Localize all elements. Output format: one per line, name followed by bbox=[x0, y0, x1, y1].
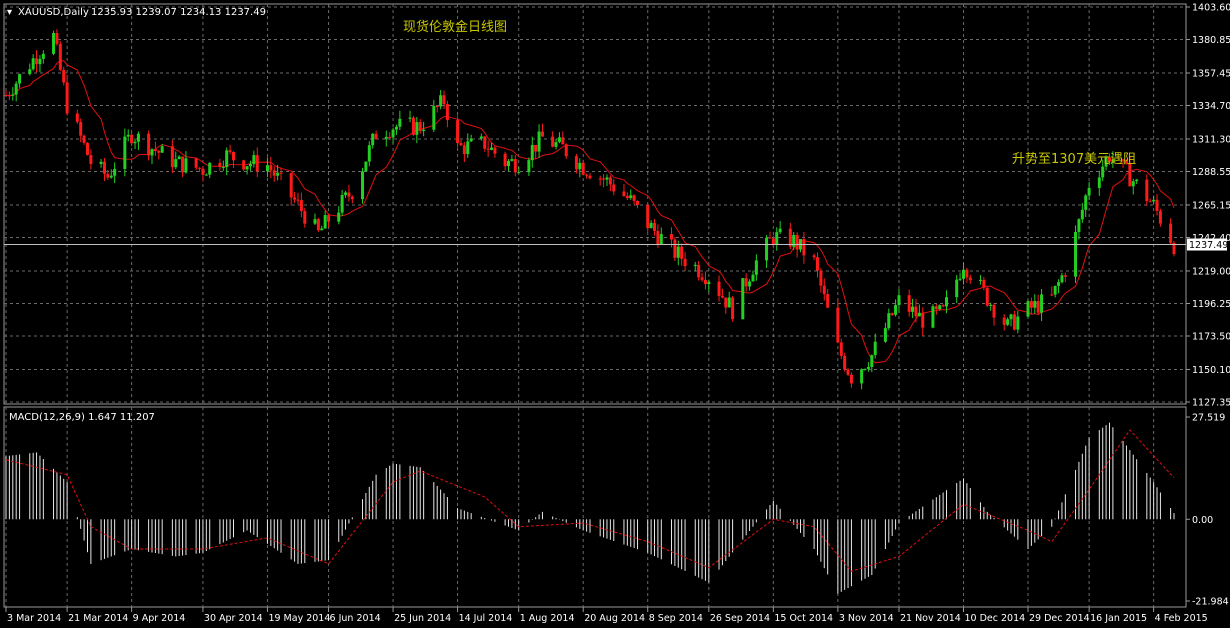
date-tick-label: 26 Sep 2014 bbox=[710, 613, 770, 624]
candle bbox=[52, 30, 56, 56]
price-tick-label: 1196.25 bbox=[1192, 299, 1230, 310]
price-tick-label: 1173.50 bbox=[1192, 332, 1230, 343]
date-tick-label: 25 Jun 2014 bbox=[394, 613, 451, 624]
price-tick-label: 1150.10 bbox=[1192, 365, 1230, 376]
price-tick-label: 1334.70 bbox=[1192, 101, 1230, 112]
price-tick-label: 1403.60 bbox=[1192, 3, 1230, 14]
date-tick-label: 9 Apr 2014 bbox=[133, 613, 186, 624]
price-tick-label: 1311.30 bbox=[1192, 134, 1230, 145]
date-tick-label: 20 Aug 2014 bbox=[584, 613, 645, 624]
macd-tick-label: 0.00 bbox=[1192, 515, 1213, 526]
candle bbox=[673, 236, 677, 262]
date-tick-label: 3 Mar 2014 bbox=[7, 613, 61, 624]
chart-title: 现货伦敦金日线图 bbox=[403, 19, 507, 35]
date-tick-label: 8 Sep 2014 bbox=[649, 613, 703, 624]
symbol-label: XAUUSD,Daily bbox=[18, 7, 89, 18]
last-price-label: 1237.49 bbox=[1189, 240, 1228, 251]
candle bbox=[316, 217, 320, 232]
date-tick-label: 3 Nov 2014 bbox=[839, 613, 894, 624]
price-tick-label: 1357.45 bbox=[1192, 68, 1230, 79]
candle bbox=[361, 167, 365, 204]
candle bbox=[242, 159, 246, 172]
chart-canvas: ▾ XAUUSD,Daily 1235.93 1239.07 1234.13 1… bbox=[3, 3, 1230, 624]
date-tick-label: 6 Jun 2014 bbox=[330, 613, 381, 624]
date-tick-label: 15 Oct 2014 bbox=[774, 613, 833, 624]
price-tick-label: 1219.00 bbox=[1192, 266, 1230, 277]
candle bbox=[456, 115, 460, 148]
date-tick-label: 30 Apr 2014 bbox=[204, 613, 263, 624]
price-panel bbox=[3, 3, 1187, 405]
ohlc-values: 1235.93 1239.07 1234.13 1237.49 bbox=[91, 7, 266, 18]
macd-title: MACD(12,26,9) 1.647 11.207 bbox=[9, 412, 155, 423]
date-tick-label: 29 Dec 2014 bbox=[1029, 613, 1090, 624]
candle bbox=[364, 161, 368, 172]
candle bbox=[741, 278, 745, 320]
candle bbox=[85, 142, 89, 156]
price-tick-label: 1380.85 bbox=[1192, 35, 1230, 46]
date-tick-label: 16 Jan 2015 bbox=[1090, 613, 1147, 624]
date-tick-label: 14 Jul 2014 bbox=[459, 613, 513, 624]
date-tick-label: 21 Mar 2014 bbox=[68, 613, 128, 624]
date-tick-label: 4 Feb 2015 bbox=[1155, 613, 1208, 624]
macd-axis-ticks: 27.519 0.00 -21.984 bbox=[1186, 413, 1229, 608]
candle bbox=[1026, 299, 1030, 319]
date-tick-label: 1 Aug 2014 bbox=[520, 613, 575, 624]
candle bbox=[731, 295, 735, 322]
candle bbox=[931, 304, 935, 329]
date-tick-label: 21 Nov 2014 bbox=[900, 613, 961, 624]
candle bbox=[985, 286, 989, 308]
date-tick-label: 10 Dec 2014 bbox=[964, 613, 1025, 624]
chart-annotation: 升势至1307美元遇阻 bbox=[1012, 151, 1136, 167]
macd-tick-label: -21.984 bbox=[1192, 597, 1229, 608]
date-axis-ticks: 3 Mar 2014 21 Mar 2014 9 Apr 2014 30 Apr 20… bbox=[5, 607, 1208, 624]
price-tick-label: 1127.35 bbox=[1192, 398, 1230, 409]
date-tick-label: 19 May 2014 bbox=[268, 613, 330, 624]
candle bbox=[646, 204, 650, 232]
price-axis-ticks: 1403.60 1380.85 1357.45 1334.70 1311.30 1288.… bbox=[1186, 3, 1230, 409]
candle bbox=[1074, 225, 1078, 284]
header-arrow-icon[interactable]: ▾ bbox=[7, 7, 12, 18]
macd-tick-label: 27.519 bbox=[1192, 413, 1225, 424]
price-tick-label: 1288.55 bbox=[1192, 167, 1230, 178]
price-tick-label: 1265.15 bbox=[1192, 200, 1230, 211]
macd-panel bbox=[3, 406, 1187, 608]
candle bbox=[58, 41, 62, 72]
candle bbox=[411, 115, 415, 136]
